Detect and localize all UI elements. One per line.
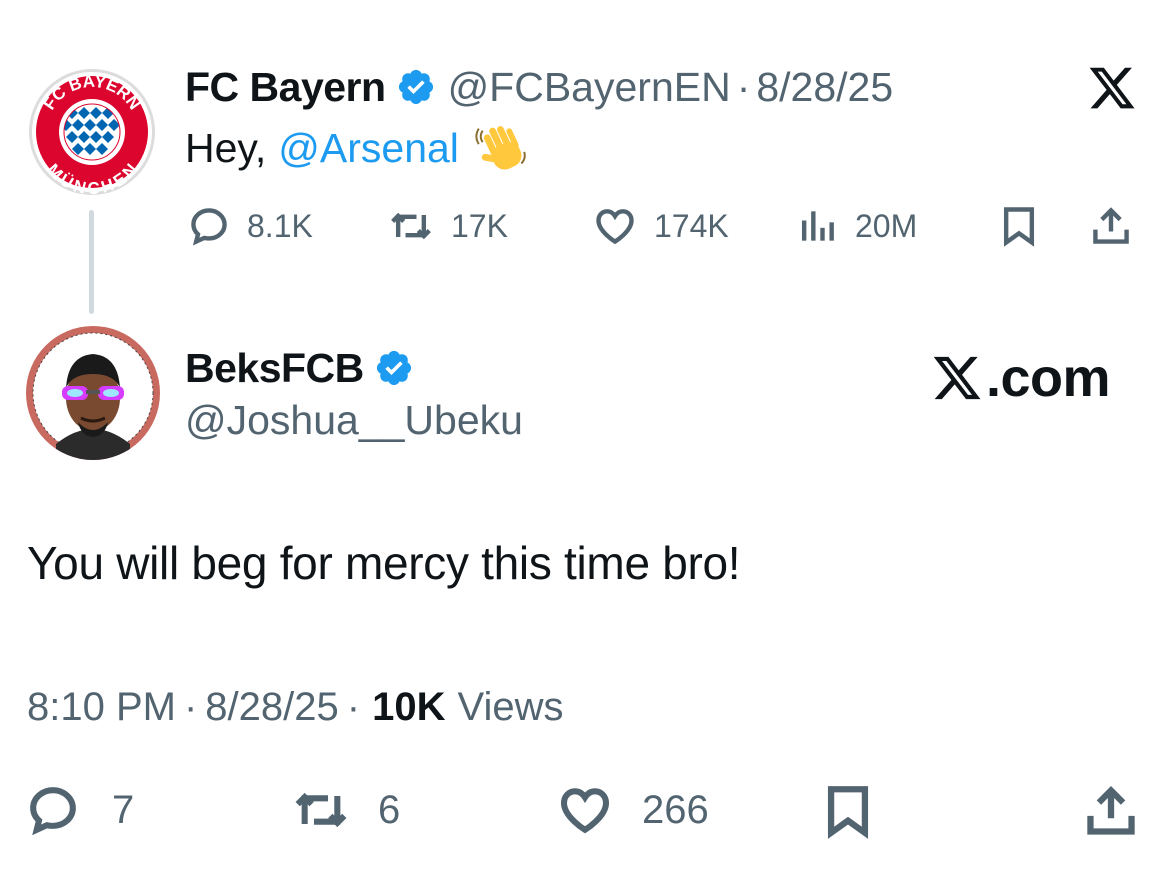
x-com-watermark: .com	[930, 346, 1111, 410]
quoted-tweet-date[interactable]: 8/28/25	[756, 64, 893, 111]
user-avatar[interactable]	[26, 326, 160, 460]
reply-icon	[191, 208, 227, 246]
x-logo-icon	[1089, 67, 1135, 109]
bookmark-action[interactable]	[820, 782, 876, 840]
reply-count: 7	[112, 787, 135, 832]
repost-count: 17K	[451, 207, 508, 244]
tweet-date[interactable]: 8/28/25	[205, 685, 338, 730]
avatar-portrait-image	[32, 332, 154, 460]
separator-dot: ·	[183, 684, 198, 729]
quoted-text-prefix: Hey,	[185, 124, 267, 171]
separator-dot: ·	[736, 63, 751, 110]
x-logo-icon	[933, 356, 981, 400]
site-label: .com	[986, 348, 1111, 408]
main-author-name[interactable]: BeksFCB	[185, 345, 364, 392]
like-action[interactable]: 174K	[592, 204, 729, 248]
like-count: 174K	[654, 207, 729, 244]
heart-icon	[560, 788, 610, 834]
repost-action[interactable]: 6	[286, 782, 400, 838]
like-action[interactable]: 266	[554, 782, 709, 838]
main-tweet-meta: 8:10 PM · 8/28/25 · 10K Views	[27, 680, 563, 734]
reply-action[interactable]: 7	[24, 782, 134, 838]
quoted-tweet-text: Hey, @Arsenal	[185, 120, 531, 176]
analytics-icon	[801, 211, 834, 241]
repost-icon	[295, 792, 347, 828]
reply-icon	[30, 787, 76, 836]
share-icon	[1093, 207, 1129, 244]
reply-action[interactable]: 8.1K	[187, 204, 313, 248]
views-count: 20M	[855, 207, 918, 244]
repost-icon	[391, 212, 431, 240]
like-count: 266	[642, 787, 709, 832]
separator-dot: ·	[346, 684, 361, 729]
views-label: Views	[457, 684, 564, 729]
quoted-author-name[interactable]: FC Bayern	[185, 64, 386, 111]
heart-icon	[596, 209, 634, 245]
mention-link[interactable]: @Arsenal	[278, 125, 459, 172]
waving-hand-emoji-icon	[475, 126, 526, 170]
reply-count: 8.1K	[247, 207, 313, 244]
verified-badge-icon	[376, 350, 411, 386]
share-action[interactable]	[1089, 204, 1133, 248]
quoted-author-handle[interactable]: @FCBayernEN	[448, 64, 731, 111]
tweet-time[interactable]: 8:10 PM	[27, 685, 176, 730]
main-author-handle[interactable]: @Joshua__Ubeku	[185, 397, 523, 444]
bookmark-icon	[827, 786, 869, 839]
views-action[interactable]: 20M	[797, 204, 917, 248]
verified-badge-icon	[398, 69, 433, 105]
repost-action[interactable]: 17K	[385, 204, 508, 248]
views-count: 10K	[372, 684, 446, 729]
main-tweet-action-bar: 7 6 266	[24, 776, 1144, 840]
repost-count: 6	[378, 787, 401, 832]
bookmark-icon	[1003, 207, 1035, 247]
fc-bayern-logo[interactable]: FC BAYERN MÜNCHEN	[27, 67, 157, 197]
main-tweet-text: You will beg for mercy this time bro!	[27, 537, 741, 589]
thread-connector-line	[89, 210, 94, 314]
quoted-tweet-header: FC Bayern @FCBayernEN · 8/28/25	[185, 60, 893, 114]
main-tweet-author-row: BeksFCB	[185, 341, 426, 395]
share-action[interactable]	[1082, 782, 1140, 840]
quoted-tweet-action-bar: 8.1K 17K 174K 20M	[187, 196, 1137, 256]
share-icon	[1087, 786, 1135, 835]
bookmark-action[interactable]	[999, 204, 1039, 248]
